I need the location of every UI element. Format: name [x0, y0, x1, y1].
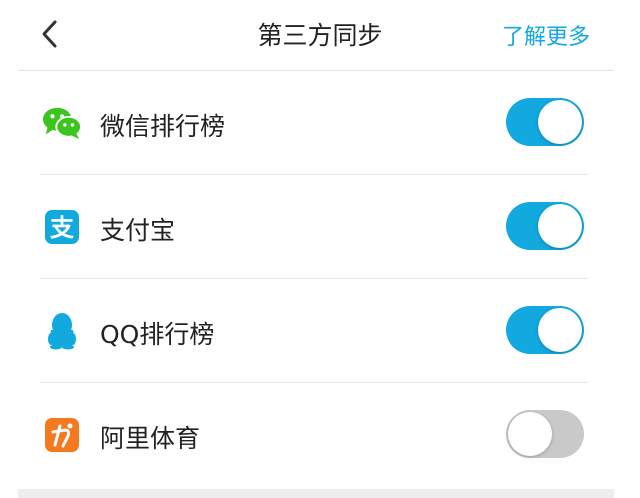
toggle-knob: [538, 204, 582, 248]
ali-sports-sync-toggle[interactable]: [506, 410, 584, 458]
sync-list: 微信排行榜 支 支付宝 QQ排行榜 阿里体育: [0, 71, 640, 487]
list-item-qq: QQ排行榜: [0, 279, 640, 383]
header-bar: 第三方同步 了解更多: [0, 0, 640, 70]
qq-penguin-icon: [42, 311, 82, 351]
toggle-knob: [538, 308, 582, 352]
item-label: 阿里体育: [100, 424, 201, 453]
list-item-alipay: 支 支付宝: [0, 175, 640, 279]
toggle-knob: [508, 412, 552, 456]
svg-text:支: 支: [50, 214, 75, 242]
list-item-wechat: 微信排行榜: [0, 71, 640, 175]
toggle-knob: [538, 100, 582, 144]
wechat-icon: [42, 103, 82, 143]
ali-sports-icon: [42, 415, 82, 455]
wechat-sync-toggle[interactable]: [506, 98, 584, 146]
alipay-sync-toggle[interactable]: [506, 202, 584, 250]
bottom-band: [18, 489, 614, 498]
item-label: 支付宝: [100, 216, 176, 245]
qq-sync-toggle[interactable]: [506, 306, 584, 354]
item-label: QQ排行榜: [100, 320, 215, 349]
alipay-icon: 支: [42, 207, 82, 247]
item-label: 微信排行榜: [100, 112, 226, 141]
learn-more-link[interactable]: 了解更多: [502, 19, 590, 51]
list-item-ali-sports: 阿里体育: [0, 383, 640, 487]
